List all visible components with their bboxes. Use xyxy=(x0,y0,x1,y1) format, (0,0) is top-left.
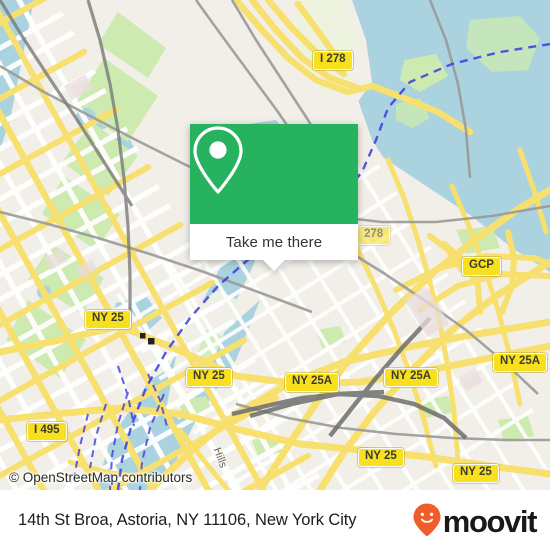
highway-shield: NY 25A xyxy=(384,368,439,387)
footer-bar: 14th St Broa, Astoria, NY 11106, New Yor… xyxy=(0,490,550,550)
highway-shield: I 495 xyxy=(27,422,67,441)
moovit-wordmark: moovit xyxy=(442,503,538,539)
popup-footer[interactable]: Take me there xyxy=(190,224,358,271)
moovit-smiley-pin-icon xyxy=(413,503,441,537)
highway-shield: NY 25 xyxy=(453,464,499,483)
highway-shield: NY 25A xyxy=(285,373,340,392)
map-pin-icon xyxy=(193,126,243,194)
popup-pointer-tail xyxy=(263,260,285,271)
highway-shield: GCP xyxy=(462,257,501,276)
map-attribution[interactable]: © OpenStreetMap contributors xyxy=(9,470,192,485)
highway-shield: NY 25 xyxy=(358,448,404,467)
highway-shield: NY 25 xyxy=(186,368,232,387)
highway-shield: 278 xyxy=(357,226,391,245)
highway-shield: NY 25 xyxy=(85,310,131,329)
highway-shield: NY 25A xyxy=(493,353,548,372)
moovit-logo[interactable]: moovit xyxy=(412,502,538,539)
popup-header xyxy=(190,124,358,224)
location-popup-card[interactable]: Take me there xyxy=(190,124,358,271)
take-me-there-label: Take me there xyxy=(225,233,323,251)
map-screenshot: I 278 278 GCP NY 25 NY 25 NY 25A NY 25A NY 25A I… xyxy=(0,0,550,550)
map-canvas[interactable]: I 278 278 GCP NY 25 NY 25 NY 25A NY 25A NY 25A I… xyxy=(0,0,550,490)
highway-shield: I 278 xyxy=(313,51,353,70)
address-label: 14th St Broa, Astoria, NY 11106, New Yor… xyxy=(18,510,357,529)
